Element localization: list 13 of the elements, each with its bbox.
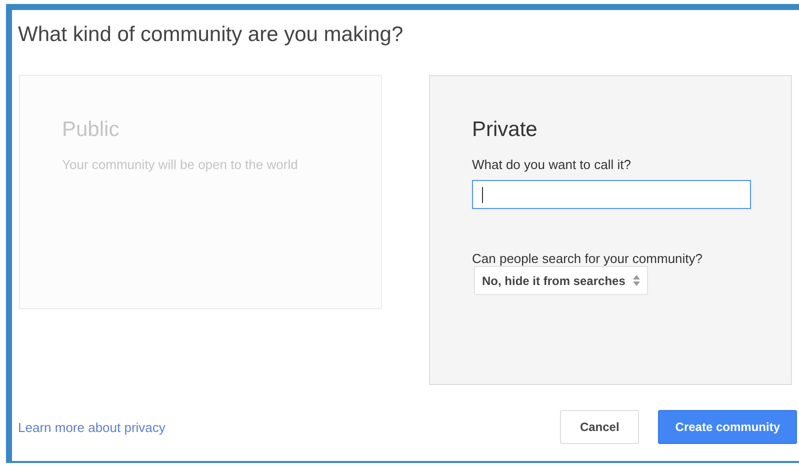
option-description: Your community will be open to the world: [62, 157, 298, 172]
visibility-dropdown[interactable]: No, hide it from searches: [474, 266, 648, 295]
option-card[interactable]: Private What do you want to call it? Can people search for your community? No, hide it from searches: [429, 75, 792, 385]
up-down-arrow-icon: [633, 275, 640, 286]
name-input-field[interactable]: [472, 180, 751, 209]
field-label: What do you want to call it?: [472, 157, 631, 172]
text-cursor-icon: [482, 186, 483, 202]
privacy-link[interactable]: Learn more about privacy: [18, 420, 166, 434]
dialog-title: What kind of community are you making?: [18, 23, 404, 47]
field-label: Can people search for your community?: [472, 251, 704, 266]
cancel-button[interactable]: Cancel: [560, 410, 640, 444]
create-button[interactable]: Create community: [658, 410, 797, 444]
option-title[interactable]: Private: [472, 118, 538, 142]
